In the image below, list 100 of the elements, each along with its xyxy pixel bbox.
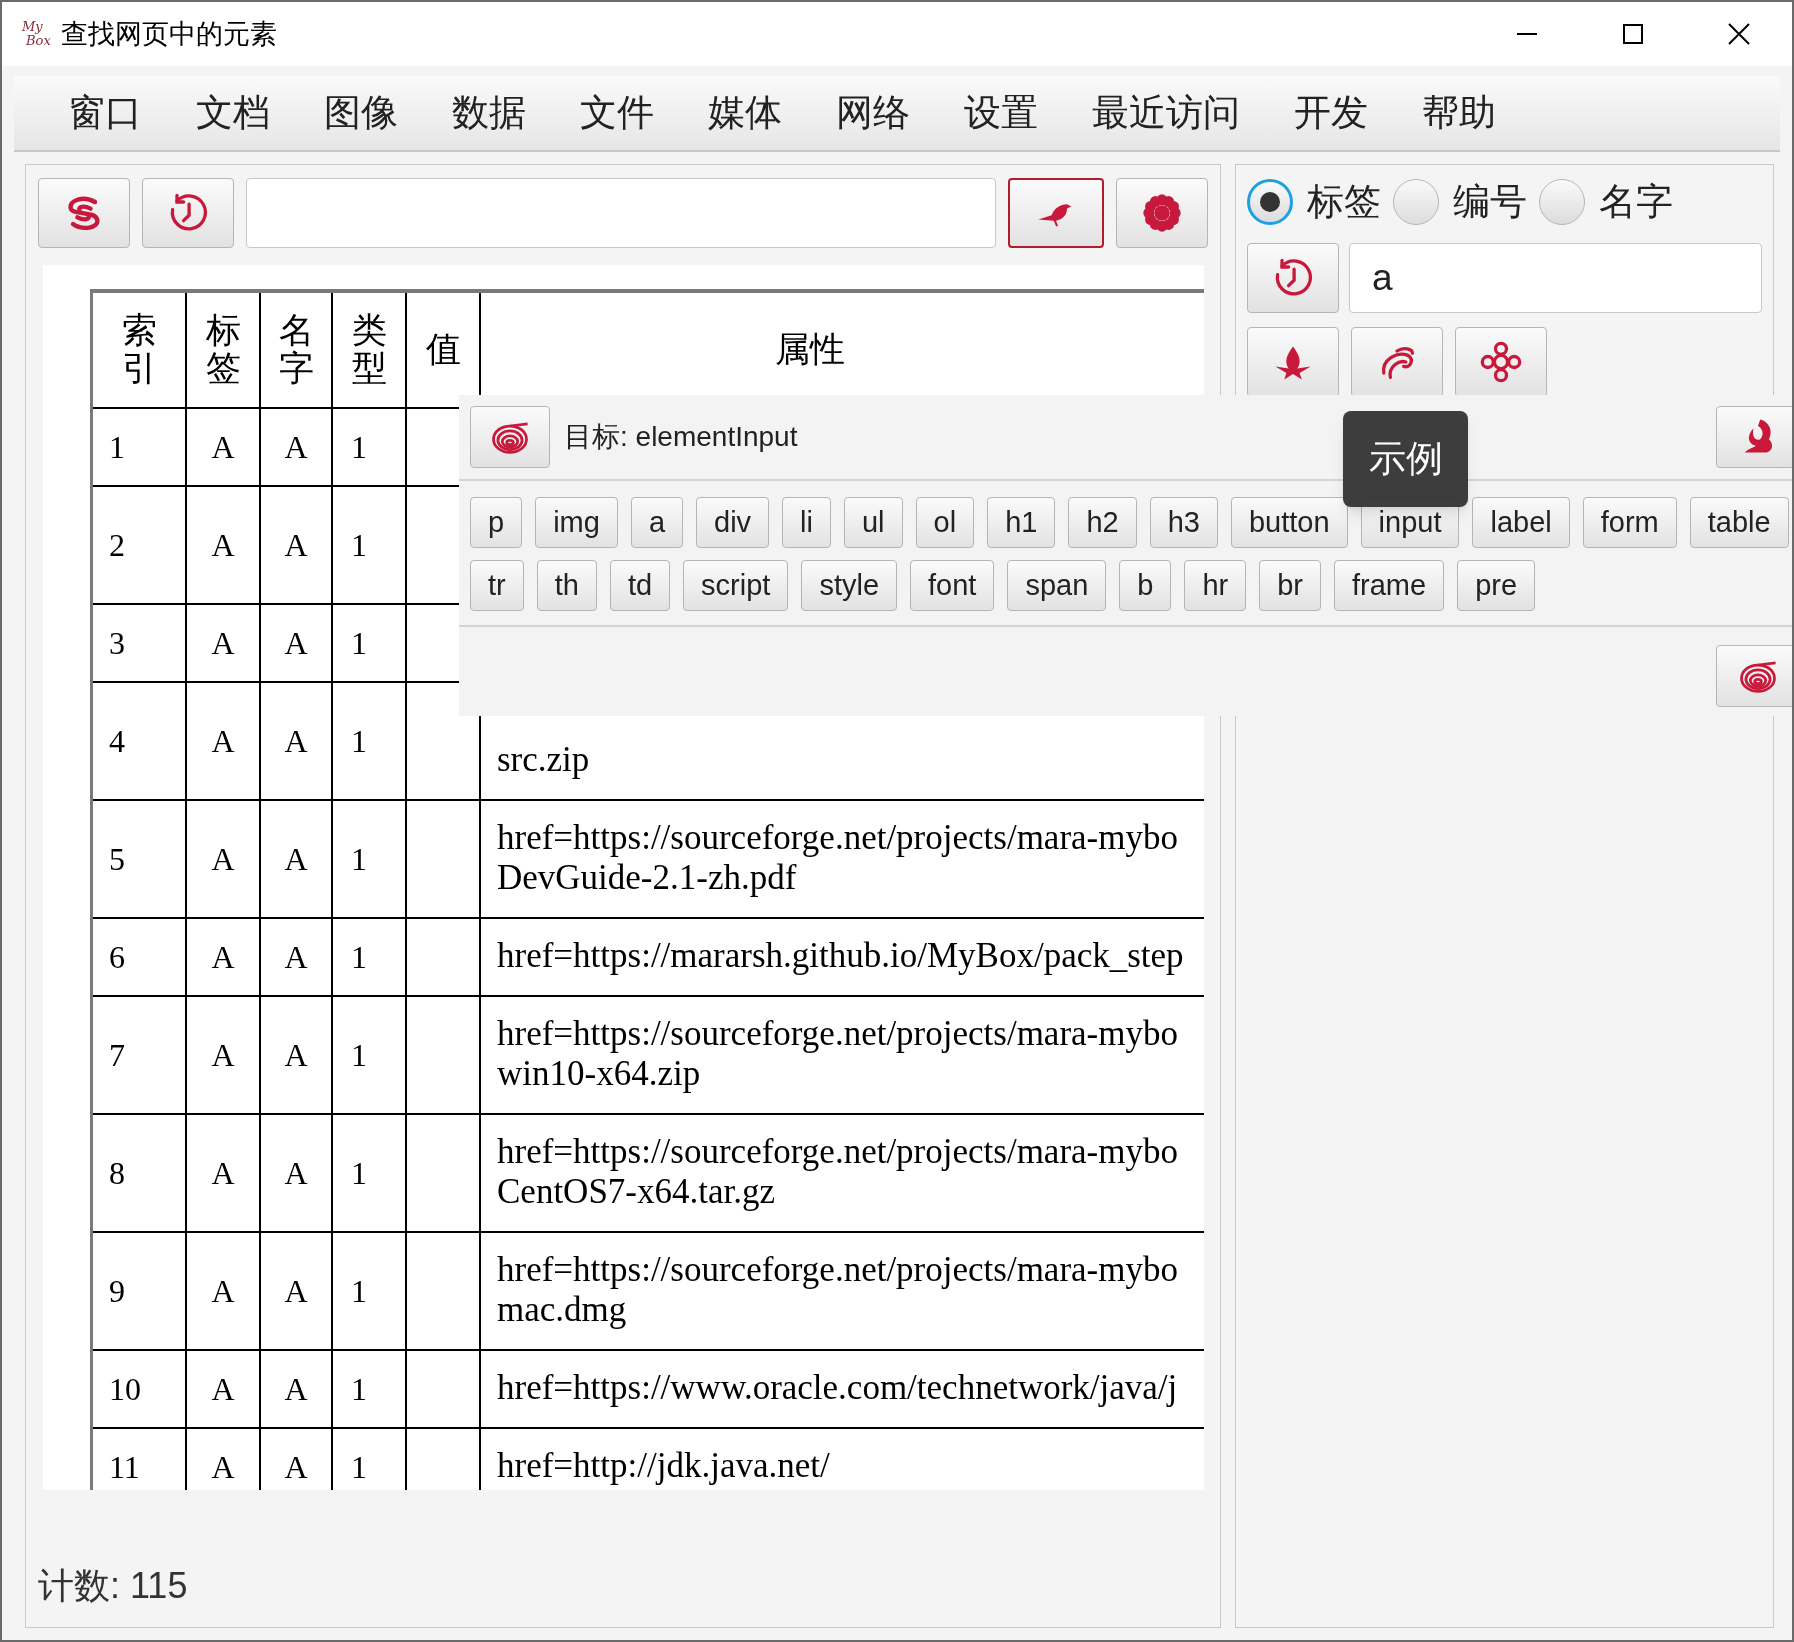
column-header: 名字 <box>278 311 314 389</box>
toolbar-button[interactable] <box>1116 178 1208 248</box>
match-field[interactable]: a <box>1349 243 1762 313</box>
radio-label: 名字 <box>1599 180 1673 225</box>
table-cell-text: 1 <box>351 428 367 467</box>
tag-button[interactable]: a <box>630 497 683 548</box>
menu-item[interactable]: 图像 <box>298 85 424 141</box>
radio-button[interactable] <box>1247 179 1293 225</box>
table-cell-text: 8 <box>109 1154 125 1193</box>
table-cell-text: A <box>284 1154 308 1193</box>
menu-item[interactable]: 文件 <box>554 85 680 141</box>
tag-button[interactable]: p <box>470 497 523 548</box>
tooltip: 示例 <box>1343 411 1468 507</box>
tag-button[interactable]: li <box>782 497 831 548</box>
popup-button[interactable] <box>1716 645 1792 707</box>
menu-item[interactable]: 帮助 <box>1396 85 1522 141</box>
tag-button[interactable]: tr <box>470 560 524 611</box>
column-header: 索引 <box>121 311 157 389</box>
table-cell-text: A <box>211 1036 235 1075</box>
popup-button[interactable] <box>1716 406 1792 468</box>
table-cell-text: 2 <box>109 526 125 565</box>
table-cell-text: A <box>211 624 235 663</box>
table-cell-text: 7 <box>109 1036 125 1075</box>
tag-button[interactable]: form <box>1582 497 1677 548</box>
tag-button[interactable]: frame <box>1334 560 1445 611</box>
tag-button[interactable]: font <box>910 560 995 611</box>
table-cell-text: A <box>284 1272 308 1311</box>
app-logo: My Box <box>22 20 51 48</box>
tag-button[interactable]: button <box>1230 497 1348 548</box>
tag-button[interactable]: h3 <box>1149 497 1218 548</box>
table-cell-text: A <box>284 428 308 467</box>
table-cell: href=https://sourceforge.net/projects/mara-mybo mac.dmg <box>497 1250 1178 1330</box>
history-button[interactable] <box>1247 243 1339 313</box>
menu-item[interactable]: 最近访问 <box>1066 85 1266 141</box>
table-cell-text: A <box>211 938 235 977</box>
tag-button[interactable]: div <box>696 497 770 548</box>
table-cell-text: 9 <box>109 1272 125 1311</box>
table-cell-text: 1 <box>351 1036 367 1075</box>
radio-label: 标签 <box>1307 180 1381 225</box>
tag-button[interactable]: label <box>1472 497 1570 548</box>
tag-button[interactable]: img <box>535 497 618 548</box>
radio-label: 编号 <box>1453 180 1527 225</box>
tag-button[interactable]: hr <box>1184 560 1247 611</box>
history-button[interactable] <box>142 178 234 248</box>
toolbar-button[interactable] <box>1351 327 1443 397</box>
table-cell-text: 3 <box>109 624 125 663</box>
table-cell: href=http://jdk.java.net/ <box>497 1446 830 1486</box>
table-cell-text: 10 <box>109 1370 141 1409</box>
menu-item[interactable]: 窗口 <box>42 85 168 141</box>
menu-item[interactable]: 媒体 <box>682 85 808 141</box>
toolbar-button[interactable] <box>1455 327 1547 397</box>
tag-button[interactable]: span <box>1007 560 1107 611</box>
tag-button[interactable]: pre <box>1457 560 1536 611</box>
tag-button[interactable]: h2 <box>1068 497 1137 548</box>
menu-item[interactable]: 网络 <box>810 85 936 141</box>
knot-icon <box>1479 340 1523 384</box>
toolbar-button[interactable] <box>1247 327 1339 397</box>
window-title: 查找网页中的元素 <box>60 17 277 51</box>
table-cell-text: A <box>211 722 235 761</box>
popup-button[interactable] <box>470 406 550 468</box>
table-cell-text: 4 <box>109 722 125 761</box>
radio-button[interactable] <box>1539 179 1585 225</box>
toolbar-button[interactable] <box>38 178 130 248</box>
column-header: 标签 <box>205 311 241 389</box>
tag-button[interactable]: td <box>609 560 671 611</box>
tag-button[interactable]: ul <box>844 497 903 548</box>
tag-button[interactable]: th <box>536 560 597 611</box>
table-cell-text: A <box>211 1272 235 1311</box>
table-cell-text: A <box>211 840 235 879</box>
table-cell-text: 6 <box>109 938 125 977</box>
column-header: 类型 <box>351 311 387 389</box>
table-cell-text: A <box>211 526 235 565</box>
tag-button[interactable]: style <box>801 560 898 611</box>
table-cell-text: 1 <box>351 1448 367 1487</box>
table-cell: href=https://www.oracle.com/technetwork/java/j <box>497 1368 1178 1408</box>
table-cell-text: 1 <box>351 938 367 977</box>
table-cell-text: 1 <box>351 1272 367 1311</box>
menu-item[interactable]: 文档 <box>170 85 296 141</box>
tag-button[interactable]: ol <box>915 497 975 548</box>
table-cell-text: 1 <box>351 624 367 663</box>
target-label: 目标: elementInput <box>564 420 798 454</box>
table-cell-text: 5 <box>109 840 125 879</box>
menu-item[interactable]: 数据 <box>426 85 552 141</box>
search-field[interactable] <box>246 178 996 248</box>
tag-button[interactable]: h1 <box>987 497 1056 548</box>
menu-item[interactable]: 设置 <box>938 85 1064 141</box>
menu-item[interactable]: 开发 <box>1268 85 1394 141</box>
table-cell: href=https://mararsh.github.io/MyBox/pack_step <box>497 936 1184 976</box>
table-cell-text: A <box>284 526 308 565</box>
table-cell-text: 1 <box>351 722 367 761</box>
tag-button[interactable]: script <box>683 560 789 611</box>
tag-button[interactable]: br <box>1259 560 1322 611</box>
radio-button[interactable] <box>1393 179 1439 225</box>
table-cell-text: 1 <box>351 1154 367 1193</box>
tag-button[interactable]: table <box>1689 497 1789 548</box>
column-header: 值 <box>425 328 461 371</box>
table-cell-text: A <box>284 1448 308 1487</box>
tag-button[interactable]: b <box>1119 560 1172 611</box>
table-cell-text: A <box>284 840 308 879</box>
toolbar-button[interactable] <box>1008 178 1104 248</box>
